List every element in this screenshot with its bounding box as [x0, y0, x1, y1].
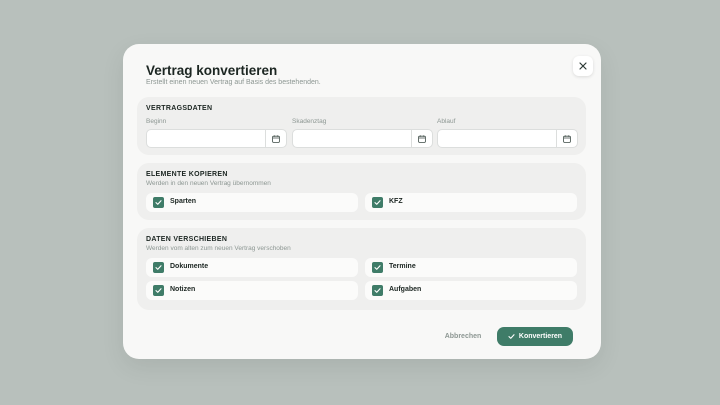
convert-button-label: Konvertieren — [518, 333, 563, 340]
calendar-icon — [272, 134, 280, 143]
checkbox-row-kfz[interactable]: KFZ — [365, 193, 577, 212]
checkbox-row-dokumente[interactable]: Dokumente — [146, 258, 358, 277]
convert-contract-dialog: Vertrag konvertieren Erstellt einen neue… — [123, 44, 601, 359]
checkmark-icon — [374, 288, 381, 293]
date-field-skadenztag — [292, 129, 433, 148]
checkbox-label: KFZ — [389, 198, 403, 205]
section-title: DATEN VERSCHIEBEN — [146, 236, 228, 243]
checkbox-row-aufgaben[interactable]: Aufgaben — [365, 281, 577, 300]
checkbox-label: Dokumente — [170, 263, 209, 270]
checkbox-label: Sparten — [170, 198, 197, 205]
checkbox-row-sparten[interactable]: Sparten — [146, 193, 358, 212]
checkbox-checked[interactable] — [153, 262, 164, 273]
checkmark-icon — [508, 334, 515, 339]
section-elemente-kopieren: ELEMENTE KOPIEREN Werden in den neuen Ve… — [137, 163, 586, 220]
section-description: Werden vom alten zum neuen Vertrag versc… — [146, 245, 291, 252]
checkmark-icon — [374, 200, 381, 205]
checkbox-checked[interactable] — [372, 197, 383, 208]
field-label-beginn: Beginn — [146, 118, 167, 125]
section-title: VERTRAGSDATEN — [146, 105, 213, 112]
dialog-subtitle: Erstellt einen neuen Vertrag auf Basis d… — [146, 79, 321, 86]
calendar-button-ablauf[interactable] — [556, 130, 577, 147]
section-daten-verschieben: DATEN VERSCHIEBEN Werden vom alten zum n… — [137, 228, 586, 310]
checkmark-icon — [155, 200, 162, 205]
checkbox-checked[interactable] — [153, 285, 164, 296]
checkbox-label: Aufgaben — [389, 286, 422, 293]
checkmark-icon — [155, 265, 162, 270]
checkbox-checked[interactable] — [372, 285, 383, 296]
convert-button[interactable]: Konvertieren — [497, 327, 573, 346]
checkbox-row-notizen[interactable]: Notizen — [146, 281, 358, 300]
checkmark-icon — [155, 288, 162, 293]
checkmark-icon — [374, 265, 381, 270]
checkbox-label: Termine — [389, 263, 416, 270]
field-label-skadenztag: Skadenztag — [292, 118, 327, 125]
field-label-ablauf: Ablauf — [437, 118, 456, 125]
section-title: ELEMENTE KOPIEREN — [146, 171, 228, 178]
section-vertragsdaten: VERTRAGSDATEN Beginn Skadenztag Ablauf — [137, 97, 586, 155]
calendar-icon — [418, 134, 426, 143]
close-button[interactable] — [573, 56, 593, 76]
calendar-button-beginn[interactable] — [265, 130, 286, 147]
ablauf-input[interactable] — [438, 130, 556, 147]
close-icon — [579, 62, 587, 70]
checkbox-checked[interactable] — [153, 197, 164, 208]
checkbox-label: Notizen — [170, 286, 196, 293]
dialog-title: Vertrag konvertieren — [146, 63, 278, 78]
calendar-icon — [563, 134, 571, 143]
date-field-beginn — [146, 129, 287, 148]
section-description: Werden in den neuen Vertrag übernommen — [146, 180, 271, 187]
skadenztag-input[interactable] — [293, 130, 411, 147]
date-field-ablauf — [437, 129, 578, 148]
cancel-button[interactable]: Abbrechen — [437, 329, 489, 343]
checkbox-row-termine[interactable]: Termine — [365, 258, 577, 277]
checkbox-checked[interactable] — [372, 262, 383, 273]
calendar-button-skadenztag[interactable] — [411, 130, 432, 147]
beginn-input[interactable] — [147, 130, 265, 147]
